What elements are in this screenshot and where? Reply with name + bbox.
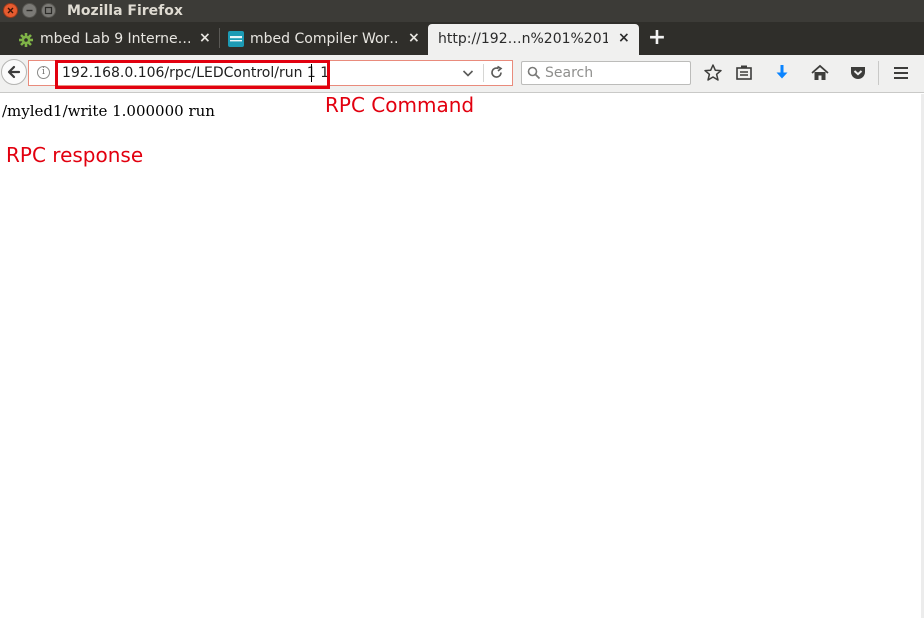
tab-label: mbed Lab 9 Interne…	[40, 31, 190, 47]
bookmark-star-icon[interactable]	[703, 63, 723, 83]
tab-mbed-lab[interactable]: mbed Lab 9 Interne… ×	[8, 24, 216, 55]
title-bar: Mozilla Firefox	[0, 0, 924, 22]
tab-close-button[interactable]: ×	[618, 30, 630, 47]
info-icon[interactable]: i	[37, 66, 50, 79]
new-tab-button[interactable]: +	[647, 27, 667, 49]
tab-close-button[interactable]: ×	[199, 30, 211, 47]
search-input[interactable]: Search	[521, 61, 691, 85]
window-minimize-button[interactable]	[22, 3, 37, 18]
minimize-icon	[26, 9, 33, 12]
tab-mbed-compiler[interactable]: mbed Compiler Wor… ×	[222, 24, 427, 55]
gear-icon	[19, 33, 33, 47]
rpc-response-text: /myled1/write 1.000000 run	[2, 102, 215, 120]
tab-label: mbed Compiler Wor…	[250, 31, 400, 47]
tab-close-button[interactable]: ×	[408, 30, 420, 47]
close-icon	[7, 7, 14, 14]
reload-icon[interactable]	[487, 64, 507, 82]
maximize-icon	[44, 6, 53, 15]
rpc-response-label: RPC response	[6, 143, 144, 167]
tab-separator	[219, 28, 220, 48]
search-icon	[527, 66, 541, 80]
arm-mbed-icon	[228, 31, 244, 47]
download-icon[interactable]	[772, 63, 792, 83]
search-placeholder: Search	[545, 65, 594, 81]
url-divider	[483, 64, 484, 82]
rpc-command-highlight-box	[55, 60, 330, 89]
home-icon[interactable]	[810, 63, 830, 83]
back-button[interactable]	[1, 59, 27, 85]
tab-strip: mbed Lab 9 Interne… × mbed Compiler Wor……	[0, 22, 924, 55]
chevron-down-icon[interactable]	[461, 64, 475, 82]
pocket-icon[interactable]	[848, 63, 868, 83]
toolbar-divider	[878, 61, 879, 85]
menu-icon[interactable]	[891, 63, 911, 83]
window-maximize-button[interactable]	[41, 3, 56, 18]
window-title: Mozilla Firefox	[67, 3, 183, 19]
tab-label: http://192…n%201%201	[438, 31, 608, 47]
rpc-command-label: RPC Command	[325, 93, 475, 117]
reading-list-icon[interactable]	[734, 63, 754, 83]
back-arrow-icon	[7, 65, 21, 79]
window-close-button[interactable]	[3, 3, 18, 18]
tab-rpc-active[interactable]: http://192…n%201%201 ×	[428, 24, 639, 55]
